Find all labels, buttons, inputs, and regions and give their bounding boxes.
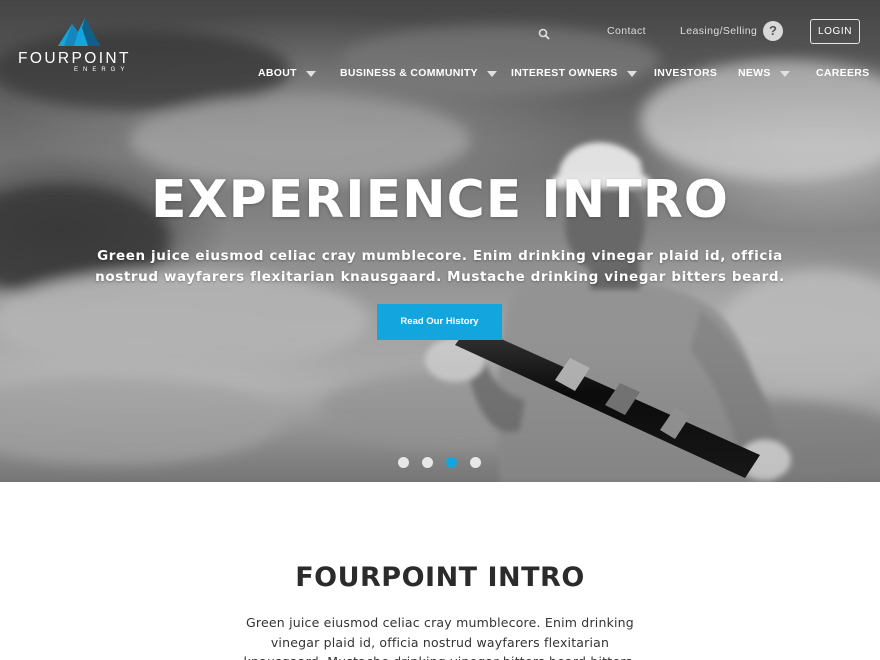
chevron-down-icon: [305, 70, 316, 77]
nav-item-label: INTEREST OWNERS: [511, 67, 618, 79]
hero-subtitle: Green juice eiusmod celiac cray mumbleco…: [95, 248, 785, 285]
intro-body: Green juice eiusmod celiac cray mumbleco…: [244, 615, 637, 660]
nav-item-label: ABOUT: [258, 67, 297, 79]
read-our-history-button[interactable]: Read Our History: [377, 304, 502, 340]
leasing-selling-link[interactable]: Leasing/Selling: [680, 25, 757, 37]
nav-item-news[interactable]: NEWS: [738, 67, 790, 79]
chevron-down-icon: [779, 70, 790, 77]
chevron-down-icon: [626, 70, 637, 77]
nav-item-label: BUSINESS & COMMUNITY: [340, 67, 478, 79]
nav-item-label: NEWS: [738, 67, 771, 79]
carousel-dot[interactable]: [422, 457, 433, 468]
carousel-dots: [398, 457, 481, 468]
fourpoint-logo[interactable]: FOURPOINT ENERGY: [18, 14, 140, 76]
search-icon[interactable]: [538, 25, 552, 40]
intro-title: FOURPOINT INTRO: [295, 562, 585, 593]
logo-wordmark: FOURPOINT: [18, 50, 131, 67]
carousel-dot[interactable]: [398, 457, 409, 468]
nav-item-careers[interactable]: CAREERS: [816, 67, 869, 79]
hero-title: EXPERIENCE INTRO: [150, 170, 730, 230]
nav-item-about[interactable]: ABOUT: [258, 67, 316, 79]
hero-banner: FOURPOINT ENERGY Contact Leasing/Selling…: [0, 0, 880, 482]
contact-link[interactable]: Contact: [607, 25, 646, 37]
nav-item-business-community[interactable]: BUSINESS & COMMUNITY: [340, 67, 497, 79]
help-icon[interactable]: ?: [763, 21, 783, 41]
nav-item-label: CAREERS: [816, 67, 870, 79]
mountain-peaks-icon: [58, 18, 100, 46]
nav-item-interest-owners[interactable]: INTEREST OWNERS: [511, 67, 637, 79]
carousel-dot-active[interactable]: [446, 457, 457, 468]
logo-tagline: ENERGY: [74, 67, 130, 73]
nav-item-label: INVESTORS: [654, 67, 718, 79]
chevron-down-icon: [486, 70, 497, 77]
nav-item-investors[interactable]: INVESTORS: [654, 67, 717, 79]
carousel-dot[interactable]: [470, 457, 481, 468]
login-button[interactable]: LOGIN: [810, 19, 860, 44]
